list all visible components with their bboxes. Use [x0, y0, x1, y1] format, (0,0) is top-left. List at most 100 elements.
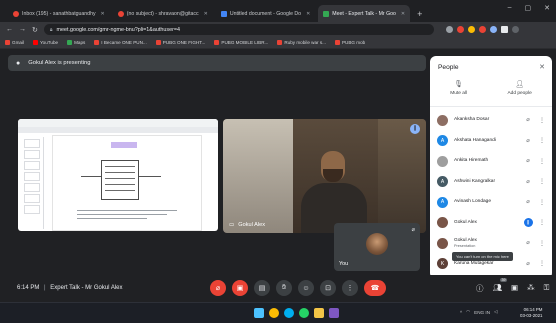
app-icon[interactable] [329, 308, 339, 318]
close-icon[interactable]: ✕ [539, 63, 545, 71]
bookmark-item[interactable]: PUBG MOBILE LIBR... [214, 40, 268, 45]
chevron-up-icon[interactable]: ^ [460, 310, 462, 315]
participant-avatar [437, 155, 448, 167]
mic-toggle-button[interactable]: ⌀ [210, 280, 226, 296]
mic-off-icon[interactable]: ⌀ [522, 138, 534, 144]
leave-call-button[interactable]: ☎︎ [364, 280, 386, 296]
file-explorer-icon[interactable] [314, 308, 324, 318]
participant-row[interactable]: A Akshata Hanagandi ⌀ ⋮ [430, 131, 552, 152]
start-icon[interactable] [254, 308, 264, 318]
extension-icon[interactable] [500, 26, 508, 33]
mic-off-icon[interactable]: ⌀ [522, 158, 534, 164]
bookmark-maps[interactable]: Maps [67, 40, 85, 45]
activities-icon[interactable]: ⁂ [527, 283, 535, 294]
more-vert-icon[interactable]: ⋮ [537, 137, 547, 144]
mic-off-icon[interactable]: ⌀ [522, 240, 534, 246]
reactions-button[interactable]: ☺ [298, 280, 314, 296]
close-icon[interactable]: ✕ [306, 11, 310, 17]
more-vert-icon[interactable]: ⋮ [537, 219, 547, 226]
mute-all-button[interactable]: 🎙︎ Mute all [450, 80, 467, 96]
bookmark-item[interactable]: PUBG ONE FIGHT... [155, 40, 205, 45]
separator: | [44, 285, 46, 291]
camera-toggle-button[interactable]: ▣ [232, 280, 248, 296]
extension-icon[interactable] [456, 26, 464, 33]
more-vert-icon: ⋮ [346, 285, 354, 292]
back-icon[interactable]: ← [6, 26, 13, 33]
mic-off-icon[interactable]: ⌀ [522, 117, 534, 123]
whatsapp-icon[interactable] [299, 308, 309, 318]
people-button[interactable]: 👥︎ 39 [492, 278, 508, 294]
bookmark-youtube[interactable]: YouTube [33, 40, 58, 45]
more-vert-icon[interactable]: ⋮ [537, 260, 547, 267]
close-window-icon[interactable]: ✕ [544, 4, 550, 12]
youtube-icon [214, 40, 220, 45]
close-icon[interactable]: ✕ [204, 11, 208, 17]
maximize-icon[interactable]: ▢ [525, 4, 532, 12]
shared-screen-tile[interactable] [18, 119, 218, 231]
more-vert-icon[interactable]: ⋮ [537, 240, 547, 247]
tab-no-subject[interactable]: (no subject) - shravaon@gitacc ✕ [113, 5, 213, 22]
more-vert-icon[interactable]: ⋮ [537, 178, 547, 185]
bookmark-item[interactable]: PUBG mob [334, 40, 365, 45]
participant-row[interactable]: A Ashwini Kangralkar ⌀ ⋮ [430, 172, 552, 193]
extension-icon[interactable] [489, 26, 497, 33]
profile-avatar[interactable] [511, 26, 519, 33]
taskbar-clock[interactable]: 06:14 PM 03-03-2021 [520, 307, 542, 318]
minimize-icon[interactable]: – [508, 4, 512, 12]
close-icon[interactable]: ✕ [101, 11, 105, 17]
info-icon[interactable]: ⓘ [476, 283, 484, 294]
raise-hand-button[interactable]: ✋︎ [276, 280, 292, 296]
forward-icon[interactable]: → [19, 26, 26, 33]
close-icon[interactable]: ✕ [401, 11, 405, 17]
diagram-box [101, 160, 139, 200]
more-vert-icon[interactable]: ⋮ [537, 158, 547, 165]
lock-icon[interactable]: ⚿ [544, 283, 550, 294]
extension-icon[interactable] [467, 26, 475, 33]
chrome-icon[interactable] [269, 308, 279, 318]
participant-row[interactable]: Ankita Hiremath ⌀ ⋮ [430, 151, 552, 172]
url-field[interactable]: 🔒︎ meet.google.com/gmr-ngme-bnu?pli=1&au… [43, 24, 434, 35]
captions-button[interactable]: ▤ [254, 280, 270, 296]
bookmark-item[interactable]: Ruby mobile war s... [277, 40, 326, 45]
mic-off-icon[interactable]: ⌀ [522, 199, 534, 205]
mic-off-icon: 🎙︎ [454, 81, 464, 88]
tab-strip: Inbox (195) - sanathbatguandhy ✕ (no sub… [0, 0, 556, 22]
participant-avatar [437, 114, 448, 126]
participant-row[interactable]: Akanksha Dosar ⌀ ⋮ [430, 110, 552, 131]
present-button[interactable]: ⊡ [320, 280, 336, 296]
participant-row[interactable]: Gokul Alex ⫼ ⋮ [430, 213, 552, 234]
docs-icon [220, 10, 227, 17]
new-tab-button[interactable]: + [413, 5, 426, 22]
tab-inbox[interactable]: Inbox (195) - sanathbatguandhy ✕ [8, 5, 110, 22]
people-icon: 👥︎ [492, 283, 503, 292]
volume-icon[interactable]: ◁ [494, 309, 498, 315]
clock-date: 03-03-2021 [520, 312, 543, 318]
mic-off-icon: ⌀ [215, 285, 221, 292]
skype-icon[interactable] [284, 308, 294, 318]
tab-google-docs[interactable]: Untitled document - Google Do ✕ [216, 5, 315, 22]
extension-icon[interactable] [445, 26, 453, 33]
presenter-video-tile[interactable]: ⫼ ▭ Gokul Alex [223, 119, 426, 233]
address-bar: ← → ↻ 🔒︎ meet.google.com/gmr-ngme-bnu?pl… [0, 22, 556, 37]
reload-icon[interactable]: ↻ [32, 26, 38, 34]
add-people-button[interactable]: 👤︎ Add people [507, 80, 531, 96]
self-video-tile[interactable]: ⌀ You [334, 223, 420, 271]
network-icon[interactable]: ◠ [466, 309, 470, 315]
more-vert-icon[interactable]: ⋮ [537, 199, 547, 206]
lang-indicator[interactable]: ENG IN [474, 310, 490, 315]
participant-avatar [437, 237, 448, 249]
bookmark-gmail[interactable]: Gmail [5, 40, 24, 45]
tab-meet[interactable]: Meet - Expert Talk - Mr Goo ✕ [318, 5, 411, 22]
extension-icon[interactable] [478, 26, 486, 33]
participant-row[interactable]: Gokul Alex Presentation ⌀ ⋮ [430, 233, 552, 254]
participant-row[interactable]: A Avinash Londage ⌀ ⋮ [430, 192, 552, 213]
youtube-icon [94, 40, 100, 45]
mic-off-icon[interactable]: ⌀ [522, 261, 534, 267]
bookmark-item[interactable]: I Became ONE PUN... [94, 40, 147, 45]
more-vert-icon[interactable]: ⋮ [537, 117, 547, 124]
chat-icon[interactable]: ▣ [511, 283, 518, 294]
mic-off-icon[interactable]: ⌀ [522, 179, 534, 185]
meet-icon [323, 10, 330, 17]
gmail-icon [117, 10, 124, 17]
more-options-button[interactable]: ⋮ [342, 280, 358, 296]
